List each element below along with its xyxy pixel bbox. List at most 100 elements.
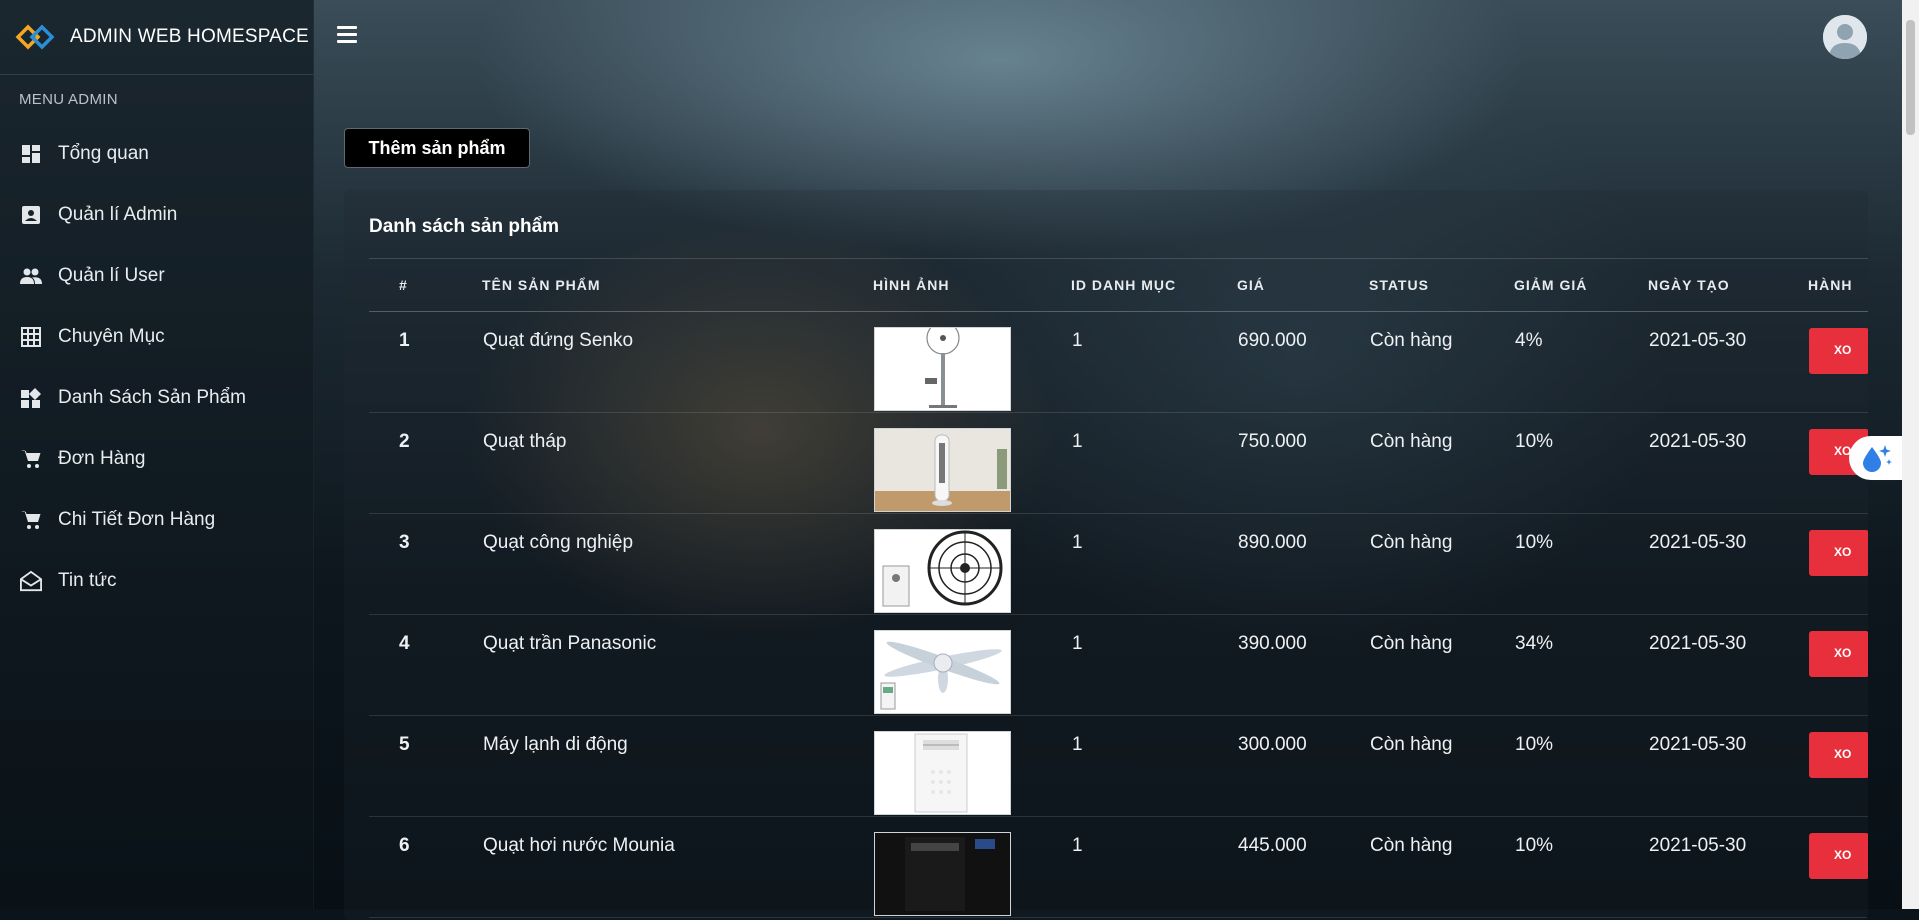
cell-created-date: 2021-05-30 [1648,311,1808,413]
cell-discount: 10% [1514,513,1648,615]
table-row: 1 Quạt đứng Senko 1 690.000 Còn hàng 4% … [369,311,1868,413]
product-table: # TÊN SẢN PHẨM HÌNH ẢNH ID DANH MỤC GIÁ … [369,258,1868,918]
cell-created-date: 2021-05-30 [1648,816,1808,918]
cell-status: Còn hàng [1369,715,1514,817]
cart-icon [20,448,42,470]
sidebar-item-products[interactable]: Danh Sách Sản Phẩm [0,367,313,428]
card-title: Danh sách sản phẩm [369,216,560,237]
product-image-portable-ac [874,731,1011,815]
page-scrollbar[interactable] [1902,0,1919,909]
table-row: 6 Quạt hơi nước Mounia 1 445.000 Còn hàn… [369,816,1868,918]
cell-name: Quạt đứng Senko [482,311,873,413]
cell-index: 5 [369,715,482,817]
cell-category-id: 1 [1071,412,1237,514]
cell-price: 445.000 [1237,816,1369,918]
widgets-icon [20,387,42,409]
product-image-standing-fan [874,327,1011,411]
col-header-status[interactable]: STATUS [1369,258,1514,312]
col-header-price[interactable]: GIÁ [1237,258,1369,312]
sidebar: ADMIN WEB HOMESPACE MENU ADMIN Tổng quan… [0,0,314,909]
cell-price: 890.000 [1237,513,1369,615]
cell-status: Còn hàng [1369,816,1514,918]
cell-name: Quạt trần Panasonic [482,614,873,716]
cell-index: 4 [369,614,482,716]
sidebar-item-label: Tổng quan [58,142,149,164]
product-image-ceiling-fan [874,630,1011,714]
mail-open-icon [20,570,42,592]
cell-status: Còn hàng [1369,311,1514,413]
sidebar-item-admin[interactable]: Quản lí Admin [0,184,313,245]
cell-discount: 10% [1514,715,1648,817]
contact-card-icon [20,204,42,226]
cell-status: Còn hàng [1369,412,1514,514]
cell-status: Còn hàng [1369,513,1514,615]
brand-logo-icon [15,24,55,50]
cell-index: 3 [369,513,482,615]
cell-category-id: 1 [1071,513,1237,615]
cell-name: Máy lạnh di động [482,715,873,817]
cell-name: Quạt tháp [482,412,873,514]
cell-discount: 34% [1514,614,1648,716]
menu-toggle-icon[interactable] [337,26,357,44]
add-product-button[interactable]: Thêm sản phẩm [344,128,530,168]
sidebar-item-label: Chi Tiết Đơn Hàng [58,508,216,530]
sidebar-item-order-details[interactable]: Chi Tiết Đơn Hàng [0,489,313,550]
cell-name: Quạt công nghiệp [482,513,873,615]
sidebar-item-overview[interactable]: Tổng quan [0,123,313,184]
cell-index: 1 [369,311,482,413]
brand-name: ADMIN WEB HOMESPACE [70,26,309,47]
sidebar-item-label: Chuyên Mục [58,325,165,347]
cell-discount: 10% [1514,412,1648,514]
sidebar-item-user[interactable]: Quản lí User [0,245,313,306]
sidebar-item-label: Quản lí User [58,264,165,286]
product-image-evaporative-fan [874,832,1011,916]
cell-name: Quạt hơi nước Mounia [482,816,873,918]
sidebar-item-label: Đơn Hàng [58,447,146,469]
col-header-index[interactable]: # [369,258,482,312]
cell-discount: 4% [1514,311,1648,413]
product-image-industrial-fan [874,529,1011,613]
sidebar-item-label: Quản lí Admin [58,203,178,225]
product-list-card: Danh sách sản phẩm # TÊN SẢN PHẨM HÌNH Ả… [344,190,1868,920]
cart-icon [20,509,42,531]
sidebar-item-label: Tin tức [58,569,117,591]
table-header-row: # TÊN SẢN PHẨM HÌNH ẢNH ID DANH MỤC GIÁ … [369,258,1868,312]
cell-status: Còn hàng [1369,614,1514,716]
cell-created-date: 2021-05-30 [1648,513,1808,615]
cell-price: 390.000 [1237,614,1369,716]
grid-icon [20,326,42,348]
col-header-category-id[interactable]: ID DANH MỤC [1071,258,1237,312]
sidebar-item-news[interactable]: Tin tức [0,550,313,611]
col-header-name[interactable]: TÊN SẢN PHẨM [482,258,873,312]
sidebar-item-orders[interactable]: Đơn Hàng [0,428,313,489]
cell-category-id: 1 [1071,311,1237,413]
col-header-discount[interactable]: GIẢM GIÁ [1514,258,1648,312]
users-icon [20,265,42,287]
floating-widget-button[interactable] [1849,436,1902,480]
sidebar-item-category[interactable]: Chuyên Mục [0,306,313,367]
table-row: 5 Máy lạnh di động 1 300.000 Còn hàng 10… [369,715,1868,817]
scrollbar-thumb[interactable] [1906,20,1915,135]
cell-price: 690.000 [1237,311,1369,413]
cell-discount: 10% [1514,816,1648,918]
topbar [313,0,1919,75]
avatar[interactable] [1823,15,1867,59]
cell-category-id: 1 [1071,816,1237,918]
cell-created-date: 2021-05-30 [1648,715,1808,817]
water-drop-sparkle-icon [1862,445,1892,472]
brand[interactable]: ADMIN WEB HOMESPACE [0,0,313,75]
cell-created-date: 2021-05-30 [1648,412,1808,514]
cell-price: 750.000 [1237,412,1369,514]
cell-created-date: 2021-05-30 [1648,614,1808,716]
dashboard-icon [20,143,42,165]
col-header-image[interactable]: HÌNH ẢNH [873,258,1071,312]
table-row: 2 Quạt tháp 1 750.000 Còn hàng 10% 2021-… [369,412,1868,514]
cell-index: 2 [369,412,482,514]
table-row: 3 Quạt công nghiệp 1 890.000 Còn hàng 10… [369,513,1868,615]
cell-category-id: 1 [1071,715,1237,817]
col-header-created-date[interactable]: NGÀY TẠO [1648,258,1808,312]
cell-category-id: 1 [1071,614,1237,716]
sidebar-item-label: Danh Sách Sản Phẩm [58,386,247,408]
cell-price: 300.000 [1237,715,1369,817]
product-image-tower-fan [874,428,1011,512]
